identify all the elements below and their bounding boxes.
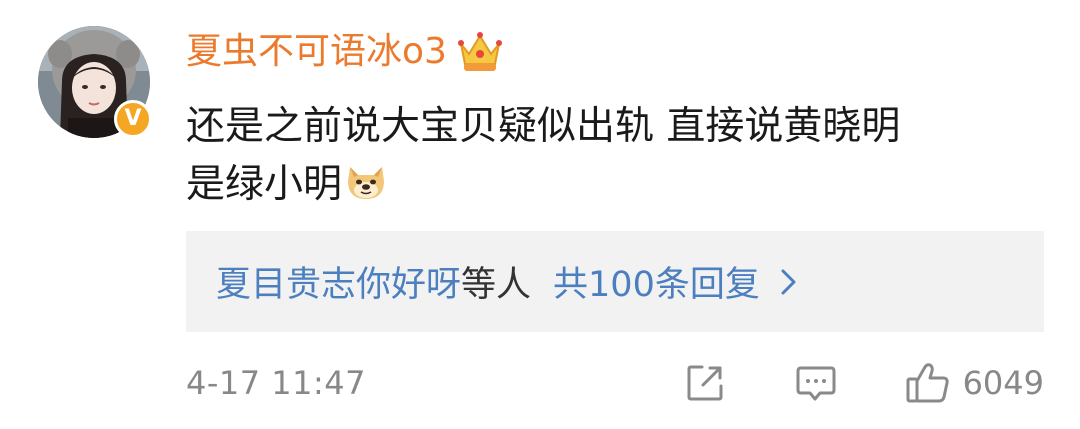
verified-v-badge-icon: V [114, 100, 152, 138]
comment-line-2-wrap: 是绿小明 [186, 156, 1046, 214]
comment-icon [796, 366, 836, 401]
author-username[interactable]: 夏虫不可语冰o3 [186, 26, 447, 78]
author-row: 夏虫不可语冰o3 [186, 26, 503, 78]
share-icon [687, 365, 723, 401]
doge-emoji-icon [348, 167, 385, 199]
like-count: 6049 [962, 364, 1044, 402]
like-button[interactable]: 6049 [905, 361, 1044, 405]
avatar-container[interactable]: V [38, 26, 152, 138]
thumbs-up-icon [906, 363, 949, 403]
action-bar: 6049 [685, 361, 1044, 405]
reply-authors-suffix: 等人 [461, 265, 532, 305]
comment-line-2: 是绿小明 [186, 162, 343, 207]
reply-authors[interactable]: 夏目贵志你好呀 [216, 256, 461, 307]
comment-line-1: 还是之前说大宝贝疑似出轨 直接说黄晓明 [186, 104, 901, 149]
chevron-right-icon[interactable] [780, 267, 798, 297]
crown-vip-icon[interactable] [457, 30, 503, 74]
reply-count-link[interactable]: 共100条回复 [553, 256, 760, 307]
replies-preview[interactable]: 夏目贵志你好呀 等人 共100条回复 [186, 231, 1044, 332]
comment-button[interactable] [795, 363, 837, 403]
timestamp: 4-17 11:47 [186, 364, 367, 402]
comment-text: 还是之前说大宝贝疑似出轨 直接说黄晓明 是绿小明 [186, 98, 1046, 214]
comment-footer: 4-17 11:47 6049 [186, 355, 1044, 411]
share-button[interactable] [685, 363, 725, 403]
